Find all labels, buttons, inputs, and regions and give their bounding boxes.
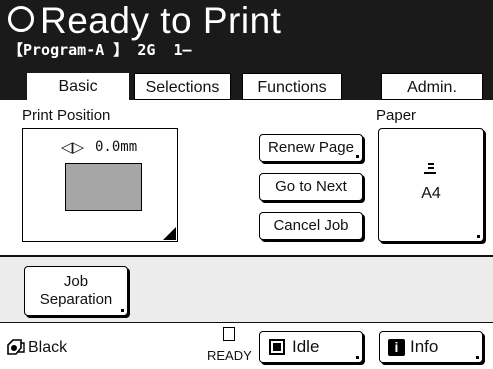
cancel-job-button[interactable]: Cancel Job (259, 212, 363, 240)
document-icon (223, 327, 235, 341)
print-position-value: 0.0mm (95, 139, 138, 155)
cancel-job-label: Cancel Job (273, 217, 349, 234)
idle-label: Idle (292, 337, 320, 356)
drum-icon (7, 339, 25, 355)
job-separation-button[interactable]: Job Separation (24, 266, 128, 316)
print-position-button[interactable]: ◁▷ 0.0mm (22, 128, 178, 242)
button-corner-dot-icon (477, 235, 480, 238)
button-corner-dot-icon (356, 356, 359, 359)
info-icon: i (388, 339, 405, 356)
renew-page-label: Renew Page (268, 139, 354, 156)
tab-basic-label: Basic (58, 78, 98, 95)
print-area-preview (65, 163, 142, 211)
go-to-next-label: Go to Next (275, 178, 347, 195)
program-status: 【Program-A 】 2G 1– (8, 41, 192, 59)
paper-size-value: A4 (421, 185, 441, 202)
tab-functions-label: Functions (257, 79, 327, 96)
paper-stack-icon (424, 163, 436, 174)
ready-status: READY (207, 348, 252, 363)
button-corner-dot-icon (356, 155, 359, 158)
tab-admin-label: Admin. (407, 79, 457, 96)
job-separation-label-line2: Separation (39, 291, 113, 308)
print-position-label: Print Position (22, 107, 111, 124)
go-to-next-button[interactable]: Go to Next (259, 173, 363, 201)
left-right-arrows-icon: ◁▷ (61, 139, 85, 156)
printer-panel: Ready to Print 【Program-A 】 2G 1– Basic … (0, 0, 493, 369)
tab-functions[interactable]: Functions (242, 73, 342, 100)
tab-selections-label: Selections (145, 79, 220, 96)
status-title: Ready to Print (40, 0, 282, 41)
progress-circle-icon (8, 6, 34, 32)
tab-basic[interactable]: Basic (27, 73, 129, 101)
button-corner-dot-icon (121, 309, 124, 312)
job-separation-label-line1: Job (63, 273, 89, 290)
paper-label: Paper (376, 107, 417, 124)
corner-indicator-icon (163, 227, 176, 240)
info-label: Info (410, 337, 439, 356)
tab-selections[interactable]: Selections (134, 73, 231, 100)
renew-page-button[interactable]: Renew Page (259, 134, 363, 162)
info-button[interactable]: i Info (379, 331, 483, 363)
idle-button[interactable]: Idle (259, 331, 363, 363)
button-corner-dot-icon (476, 356, 479, 359)
tab-admin[interactable]: Admin. (381, 73, 483, 100)
paper-button[interactable]: A4 (378, 128, 484, 242)
header-bar: Ready to Print 【Program-A 】 2G 1– Basic … (0, 0, 493, 101)
drum-color-label: Black (28, 339, 68, 356)
idle-square-icon (269, 339, 285, 355)
